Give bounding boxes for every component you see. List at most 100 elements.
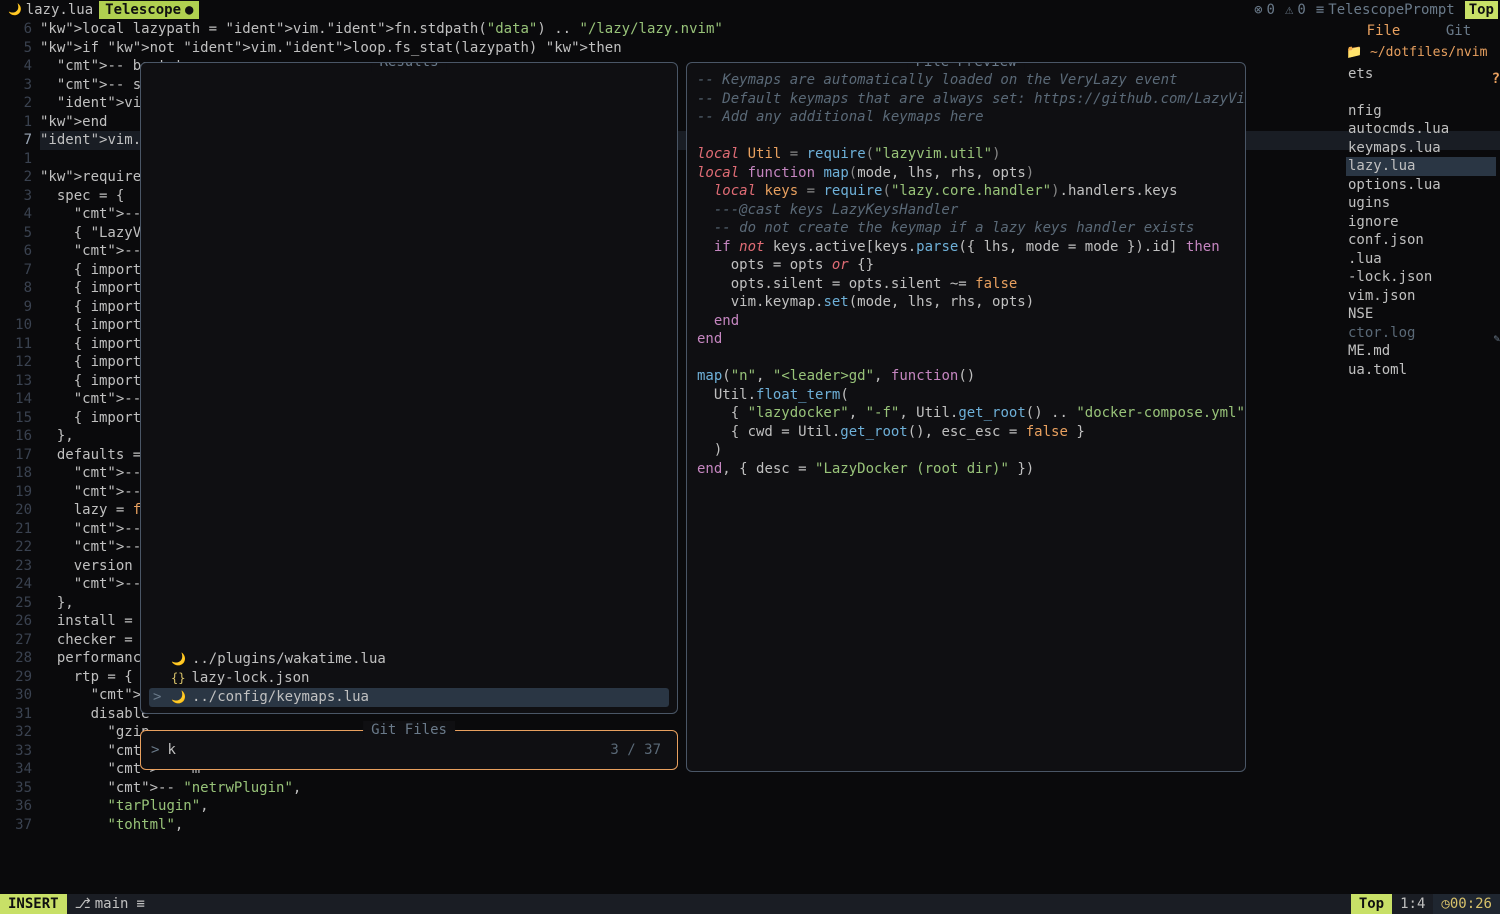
results-title: Results xyxy=(371,62,446,72)
preview-line: ) xyxy=(697,441,1235,460)
code-line[interactable]: "tohtml", xyxy=(40,816,1500,835)
selection-caret-icon: > xyxy=(153,688,165,707)
preview-line: opts = opts or {} xyxy=(697,256,1235,275)
line-number: 29 xyxy=(0,668,32,687)
list-icon: ≡ xyxy=(136,895,144,914)
line-number: 7 xyxy=(0,261,32,280)
preview-line: local function map(mode, lhs, rhs, opts) xyxy=(697,164,1235,183)
error-count: 0 xyxy=(1267,1,1275,20)
line-number: 37 xyxy=(0,816,32,835)
folder-icon: 📁 xyxy=(1346,45,1362,60)
error-icon: ⊗ xyxy=(1254,1,1262,20)
prompt-filetype: TelescopePrompt xyxy=(1328,1,1454,20)
git-branch[interactable]: ⎇ main ≡ xyxy=(67,894,153,914)
tree-item[interactable]: conf.json xyxy=(1346,231,1496,250)
line-number: 3 xyxy=(0,187,32,206)
tree-item[interactable]: nfig xyxy=(1346,102,1496,121)
tree-tab-git[interactable]: Git xyxy=(1421,22,1496,42)
code-line[interactable]: "tarPlugin", xyxy=(40,797,1500,816)
line-number: 11 xyxy=(0,335,32,354)
buffer-tab-telescope[interactable]: Telescope ● xyxy=(99,1,199,19)
preview-line: -- Default keymaps that are always set: … xyxy=(697,90,1235,109)
prompt-prefix-icon: > xyxy=(151,741,159,760)
tree-path: 📁 ~/dotfiles/nvim xyxy=(1346,42,1496,65)
tree-item[interactable]: autocmds.lua xyxy=(1346,120,1496,139)
line-number: 25 xyxy=(0,594,32,613)
code-line[interactable]: "kw">local lazypath = "ident">vim."ident… xyxy=(40,20,1500,39)
line-number: 6 xyxy=(0,242,32,261)
code-line[interactable]: "kw">if "kw">not "ident">vim."ident">loo… xyxy=(40,39,1500,58)
line-number: 21 xyxy=(0,520,32,539)
tree-item[interactable]: ua.toml xyxy=(1346,361,1496,380)
line-number: 26 xyxy=(0,612,32,631)
line-number: 28 xyxy=(0,649,32,668)
result-item[interactable]: 🌙../plugins/wakatime.lua xyxy=(149,650,669,669)
line-number: 8 xyxy=(0,279,32,298)
preview-line: -- Keymaps are automatically loaded on t… xyxy=(697,71,1235,90)
lua-icon: 🌙 xyxy=(171,688,186,707)
results-list[interactable]: 🌙../plugins/wakatime.lua {} lazy-lock.jso… xyxy=(149,650,669,707)
line-number: 30 xyxy=(0,686,32,705)
preview-line: -- do not create the keymap if a lazy ke… xyxy=(697,219,1235,238)
modified-dot-icon: ● xyxy=(185,1,193,20)
line-number: 13 xyxy=(0,372,32,391)
tree-item[interactable]: -lock.json xyxy=(1346,268,1496,287)
telescope-search-input[interactable] xyxy=(165,740,610,761)
result-item[interactable]: >🌙../config/keymaps.lua xyxy=(149,688,669,707)
code-line[interactable]: "cmt">-- "netrwPlugin", xyxy=(40,779,1500,798)
prompt-title: Git Files xyxy=(363,721,455,740)
buffer-tab-lazy[interactable]: 🌙 lazy.lua xyxy=(2,1,99,19)
tree-help-icon[interactable]: ? xyxy=(1492,70,1500,89)
tree-item[interactable]: ME.md xyxy=(1346,342,1496,361)
preview-line: Util.float_term( xyxy=(697,386,1235,405)
scroll-position-top: Top xyxy=(1351,894,1392,914)
warning-icon: ⚠ xyxy=(1285,1,1293,20)
tree-item[interactable]: vim.json xyxy=(1346,287,1496,306)
line-number: 34 xyxy=(0,760,32,779)
tree-item[interactable]: .lua xyxy=(1346,250,1496,269)
result-count: 3 / 37 xyxy=(610,741,667,760)
line-number: 2 xyxy=(0,94,32,113)
line-number: 2 xyxy=(0,168,32,187)
preview-line: { "lazydocker", "-f", Util.get_root() ..… xyxy=(697,404,1235,423)
line-number: 10 xyxy=(0,316,32,335)
line-number: 27 xyxy=(0,631,32,650)
tree-item[interactable]: keymaps.lua xyxy=(1346,139,1496,158)
tree-item[interactable]: lazy.lua xyxy=(1346,157,1496,176)
tree-item[interactable]: ets xyxy=(1346,65,1496,84)
tree-tab-file[interactable]: File xyxy=(1346,22,1421,42)
preview-title: File Preview xyxy=(907,62,1024,72)
clock-icon: ◷ xyxy=(1441,895,1449,914)
tree-item[interactable]: ctor.log xyxy=(1346,324,1496,343)
tree-item[interactable]: ugins xyxy=(1346,194,1496,213)
line-number: 35 xyxy=(0,779,32,798)
line-number: 4 xyxy=(0,205,32,224)
buffer-tab-label: lazy.lua xyxy=(26,1,93,20)
line-number: 24 xyxy=(0,575,32,594)
line-number: 1 xyxy=(0,150,32,169)
mode-indicator: INSERT xyxy=(0,894,67,914)
file-tree[interactable]: File Git 📁 ~/dotfiles/nvim ? ✎ etsnfigau… xyxy=(1346,22,1496,379)
diagnostics-warnings[interactable]: ⚠ 0 xyxy=(1285,1,1306,20)
line-number: 15 xyxy=(0,409,32,428)
line-number: 32 xyxy=(0,723,32,742)
buffer-tab-label: Telescope xyxy=(105,1,181,20)
preview-line xyxy=(697,127,1235,146)
tree-item[interactable]: ignore xyxy=(1346,213,1496,232)
tree-item[interactable]: NSE xyxy=(1346,305,1496,324)
preview-line xyxy=(697,349,1235,368)
tree-item[interactable]: options.lua xyxy=(1346,176,1496,195)
line-number: 23 xyxy=(0,557,32,576)
branch-name: main xyxy=(95,895,129,914)
diagnostics-errors[interactable]: ⊗ 0 xyxy=(1254,1,1275,20)
tree-edit-icon[interactable]: ✎ xyxy=(1493,330,1500,349)
result-item[interactable]: {} lazy-lock.json xyxy=(149,669,669,688)
preview-body[interactable]: -- Keymaps are automatically loaded on t… xyxy=(687,63,1245,486)
tree-item[interactable] xyxy=(1346,83,1496,102)
result-path: lazy-lock.json xyxy=(191,669,309,688)
preview-line: end, { desc = "LazyDocker (root dir)" }) xyxy=(697,460,1235,479)
line-number: 36 xyxy=(0,797,32,816)
line-number: 1 xyxy=(0,113,32,132)
json-icon: {} xyxy=(171,669,185,688)
preview-line: local keys = require("lazy.core.handler"… xyxy=(697,182,1235,201)
